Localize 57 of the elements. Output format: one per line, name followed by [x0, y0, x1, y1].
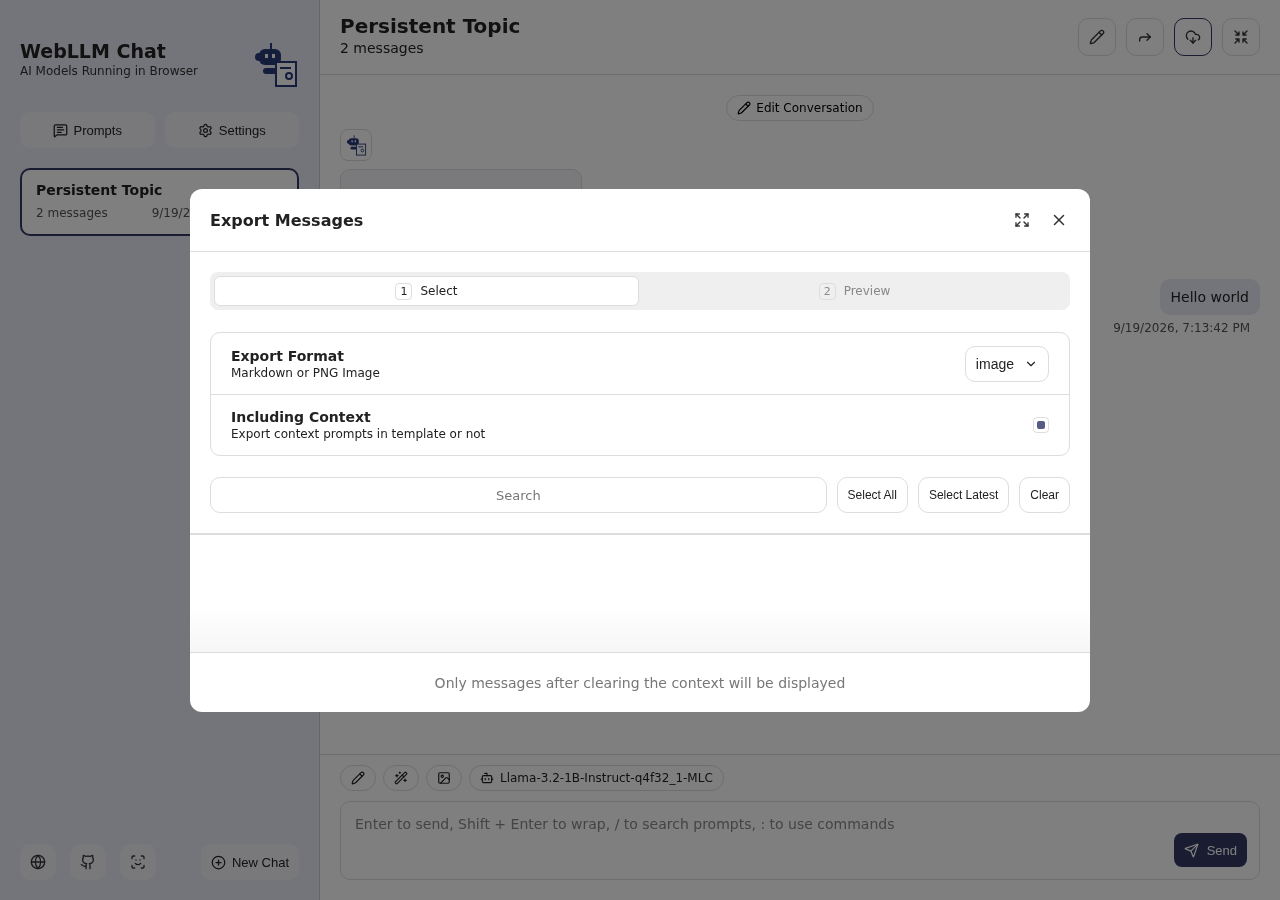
collapse-button[interactable] [1222, 18, 1260, 56]
maximize-button[interactable] [1012, 210, 1032, 230]
pencil-icon [737, 101, 752, 115]
chat-icon [52, 122, 68, 138]
app-subtitle: AI Models Running in Browser [20, 64, 199, 78]
pencil-chip[interactable] [340, 765, 376, 791]
plus-icon [210, 854, 226, 870]
step-tab[interactable]: 2 Preview [643, 276, 1066, 306]
pencil-icon [351, 771, 365, 785]
expand-icon [1014, 212, 1030, 228]
chat-title: Persistent Topic [36, 182, 164, 198]
message-input[interactable]: Enter to send, Shift + Enter to wrap, / to search prompts, : to use commands Send [340, 801, 1260, 880]
globe-icon [30, 854, 46, 870]
option-title: Including Context [231, 409, 372, 425]
robot-icon [480, 771, 494, 785]
new-chat-button[interactable]: New Chat [200, 844, 299, 880]
option-description: Markdown or PNG Image [231, 365, 380, 380]
step-tab[interactable]: 1 Select [214, 276, 639, 306]
send-icon [1183, 842, 1199, 858]
user-message: Hello world [1159, 279, 1260, 315]
share-button[interactable] [1126, 18, 1164, 56]
message-date: 9/19/2026, 7:13:42 PM [1113, 321, 1250, 335]
option-description: Export context prompts in template or not [231, 427, 486, 441]
option-title: Export Format [231, 347, 345, 364]
cloud-download-icon [1185, 29, 1201, 45]
edit-button[interactable] [1078, 18, 1116, 56]
footer-note: Only messages after clearing the context will be displayed [434, 674, 846, 691]
github-icon [80, 854, 96, 870]
github-button[interactable] [70, 844, 106, 880]
model-chip[interactable]: Llama-3.2-1B-Instruct-q4f32_1-MLC [469, 765, 724, 791]
app-title: WebLLM Chat [20, 40, 167, 62]
image-chip[interactable] [426, 765, 462, 791]
message-count: 2 messages [36, 206, 108, 220]
search-field[interactable]: Search [210, 477, 827, 513]
export-button[interactable] [1174, 18, 1212, 56]
pencil-icon [1089, 29, 1105, 45]
gear-icon [197, 122, 213, 138]
format-select[interactable]: image [964, 345, 1049, 382]
face-button[interactable] [120, 844, 156, 880]
wand-icon [394, 771, 408, 785]
wand-chip[interactable] [383, 765, 419, 791]
scan-icon [130, 854, 146, 870]
action-button[interactable]: Select All [836, 477, 908, 513]
chat-title: Persistent Topic [340, 14, 521, 38]
collapse-icon [1233, 29, 1249, 45]
edit-conversation-button[interactable]: Edit Conversation [726, 95, 874, 121]
action-button[interactable]: Select Latest [917, 477, 1010, 513]
image-icon [437, 771, 451, 785]
chat-date: 9/19/2 [151, 206, 191, 220]
globe-button[interactable] [20, 844, 56, 880]
action-button[interactable]: Clear [1019, 477, 1070, 513]
message-count: 2 messages [340, 40, 425, 56]
prompts-button[interactable]: Prompts [20, 112, 155, 148]
check-mark [1037, 421, 1045, 429]
send-button[interactable]: Send [1173, 833, 1247, 867]
settings-button[interactable]: Settings [164, 112, 299, 148]
context-checkbox[interactable] [1033, 417, 1049, 433]
